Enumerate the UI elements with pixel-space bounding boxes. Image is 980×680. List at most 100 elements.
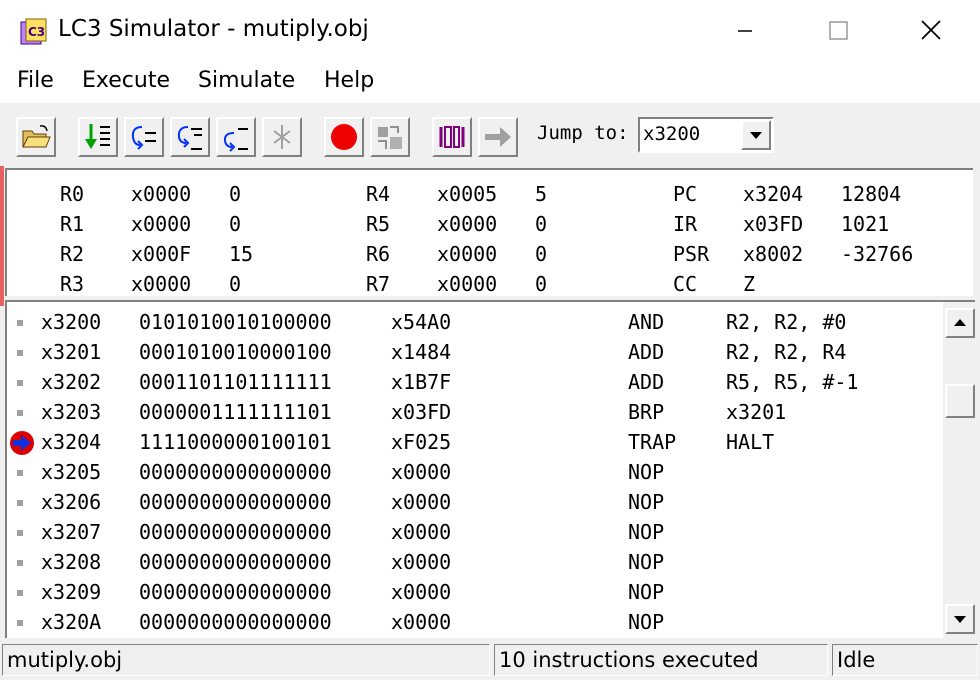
memory-settings-button[interactable]	[370, 117, 410, 157]
jump-to-value[interactable]: x3200	[643, 123, 700, 145]
code-opcode: TRAP	[628, 430, 677, 454]
breakpoint-slot[interactable]	[17, 350, 23, 356]
code-row[interactable]: x3208 0000000000000000 x0000 NOP	[7, 548, 937, 578]
code-row[interactable]: x3200 0101010010100000 x54A0 AND R2, R2, #0	[7, 308, 937, 338]
reg-name: R2	[60, 242, 85, 266]
scroll-down-button[interactable]	[945, 604, 975, 634]
scroll-up-button[interactable]	[945, 308, 975, 338]
code-address: x3207	[41, 520, 102, 544]
breakpoint-slot[interactable]	[17, 560, 23, 566]
step-into-button[interactable]	[170, 117, 210, 157]
reg-name: R1	[60, 212, 85, 236]
code-row[interactable]: x3207 0000000000000000 x0000 NOP	[7, 518, 937, 548]
breakpoint-slot[interactable]	[17, 380, 23, 386]
code-binary: 0001101101111111	[139, 370, 332, 394]
reg-hex: x000F	[131, 242, 192, 266]
run-icon	[85, 124, 110, 149]
code-address: x3204	[41, 430, 102, 454]
disabled-step-icon	[273, 125, 291, 149]
vertical-scrollbar[interactable]	[943, 302, 975, 638]
reg-hex: x0000	[437, 212, 498, 236]
chevron-down-icon	[750, 132, 762, 139]
breakpoint-slot[interactable]	[17, 620, 23, 626]
arrow-up-icon	[954, 319, 966, 326]
reg-name: PC	[673, 182, 698, 206]
code-hex: x54A0	[391, 310, 452, 334]
code-row[interactable]: x3209 0000000000000000 x0000 NOP	[7, 578, 937, 608]
svg-text:C3: C3	[28, 25, 45, 39]
reg-hex: Z	[743, 272, 756, 296]
code-operands: R5, R5, #-1	[726, 370, 859, 394]
code-operands: R2, R2, #0	[726, 310, 847, 334]
maximize-icon[interactable]	[815, 10, 861, 52]
minimize-icon[interactable]	[722, 10, 768, 52]
code-address: x3208	[41, 550, 102, 574]
code-opcode: NOP	[628, 550, 665, 574]
reg-hex: x0000	[437, 242, 498, 266]
scroll-thumb[interactable]	[945, 384, 975, 418]
menu-file[interactable]: File	[17, 68, 54, 93]
menu-bar: File Execute Simulate Help	[0, 62, 980, 102]
status-file: mutiply.obj	[7, 648, 123, 672]
code-row[interactable]: x3201 0001010010000100 x1484 ADD R2, R2, R4	[7, 338, 937, 368]
code-opcode: BRP	[628, 400, 665, 424]
reg-dec: -32766	[841, 242, 914, 266]
open-file-button[interactable]	[16, 117, 56, 157]
step-out-button[interactable]	[216, 117, 256, 157]
code-hex: xF025	[391, 430, 452, 454]
code-hex: x0000	[391, 490, 452, 514]
run-button[interactable]	[78, 117, 118, 157]
status-file-panel: mutiply.obj	[2, 644, 490, 676]
code-row[interactable]: x320A 0000000000000000 x0000 NOP	[7, 608, 937, 638]
breakpoint-slot[interactable]	[17, 590, 23, 596]
step-out-icon	[223, 128, 248, 152]
code-listing-pane[interactable]: x3200 0101010010100000 x54A0 AND R2, R2, #0 x…	[5, 300, 975, 638]
breakpoint-slot[interactable]	[17, 500, 23, 506]
jump-button[interactable]	[478, 117, 518, 157]
reg-hex: x0000	[131, 212, 192, 236]
code-row[interactable]: x3203 0000001111111101 x03FD BRP x3201	[7, 398, 937, 428]
code-address: x3202	[41, 370, 102, 394]
code-hex: x03FD	[391, 400, 452, 424]
breakpoint-toggle-button[interactable]	[262, 117, 302, 157]
code-binary: 0000000000000000	[139, 550, 332, 574]
code-row[interactable]: x3202 0001101101111111 x1B7F ADD R5, R5, #-1	[7, 368, 937, 398]
reg-name: R7	[366, 272, 391, 296]
reg-dec: 0	[535, 242, 548, 266]
code-row[interactable]: x3206 0000000000000000 x0000 NOP	[7, 488, 937, 518]
code-opcode: NOP	[628, 580, 665, 604]
code-hex: x0000	[391, 580, 452, 604]
code-row[interactable]: x3204 1111000000100101 xF025 TRAP HALT	[7, 428, 937, 458]
breakpoint-slot[interactable]	[17, 320, 23, 326]
console-button[interactable]	[432, 117, 472, 157]
toolbar	[0, 102, 980, 165]
breakpoint-slot[interactable]	[17, 470, 23, 476]
menu-execute[interactable]: Execute	[82, 68, 170, 93]
code-row[interactable]: x3205 0000000000000000 x0000 NOP	[7, 458, 937, 488]
menu-help[interactable]: Help	[324, 68, 374, 93]
code-operands: R2, R2, R4	[726, 340, 847, 364]
status-state: Idle	[837, 648, 876, 672]
breakpoint-slot[interactable]	[17, 410, 23, 416]
code-opcode: ADD	[628, 340, 665, 364]
lc3-app-icon: C3	[20, 18, 47, 45]
jump-to-combobox[interactable]: x3200	[638, 117, 774, 153]
reg-hex: x0000	[131, 182, 192, 206]
simulator-window: C3 LC3 Simulator - mutiply.obj File Exec…	[0, 0, 980, 680]
reg-dec: 1021	[841, 212, 890, 236]
stop-button[interactable]	[324, 117, 364, 157]
code-binary: 0000000000000000	[139, 460, 332, 484]
arrow-down-icon	[954, 616, 966, 623]
reg-dec: 0	[229, 272, 242, 296]
jump-dropdown-button[interactable]	[741, 120, 771, 150]
reg-name: R6	[366, 242, 391, 266]
code-address: x3200	[41, 310, 102, 334]
breakpoint-slot[interactable]	[17, 530, 23, 536]
close-icon[interactable]	[908, 10, 954, 52]
reg-dec: 5	[535, 182, 548, 206]
reg-dec: 12804	[841, 182, 902, 206]
memory-settings-icon	[378, 126, 402, 149]
step-over-button[interactable]	[124, 117, 164, 157]
menu-simulate[interactable]: Simulate	[198, 68, 295, 93]
code-address: x320A	[41, 610, 102, 634]
